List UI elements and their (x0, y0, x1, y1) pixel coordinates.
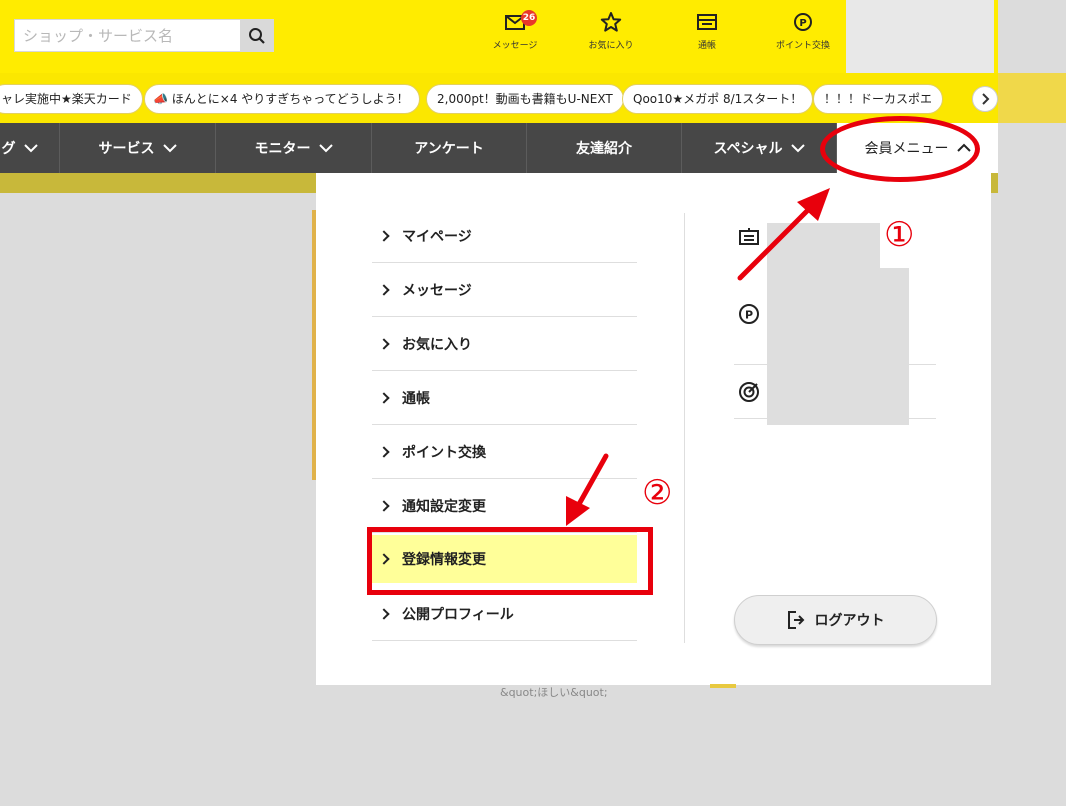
nav-item-label: サービス (98, 141, 155, 157)
menu-item-label: 通知設定変更 (402, 498, 486, 515)
ticker-item-label: ャレ実施中★楽天カード (1, 92, 132, 106)
point-exchange-icon: P (794, 13, 812, 31)
passbook-icon (697, 14, 717, 30)
nav-item-label: グ (1, 141, 16, 157)
info-divider (734, 364, 936, 365)
menu-item-message[interactable]: メッセージ (372, 263, 637, 317)
menu-item-notification-settings[interactable]: 通知設定変更 (372, 479, 637, 533)
menu-item-label: 通帳 (402, 390, 430, 407)
star-icon (600, 12, 622, 32)
menu-item-point-exchange[interactable]: ポイント交換 (372, 425, 637, 479)
ticker-next-button[interactable] (972, 86, 998, 112)
info-divider (734, 418, 936, 419)
chevron-right-icon (378, 607, 390, 620)
background-bar-remnant (710, 684, 736, 688)
ticker-item-label: ！！！ドーカスポエ (824, 92, 933, 106)
chevron-down-icon (790, 144, 805, 153)
nav-item-special[interactable]: スペシャル (682, 123, 837, 173)
svg-text:P: P (799, 18, 806, 29)
search-input[interactable] (15, 20, 241, 51)
site-header: 26 メッセージ お気に入り 通帳 P ポイント交換 (0, 0, 846, 73)
logout-icon (787, 611, 804, 629)
chevron-right-icon (378, 283, 390, 296)
nav-item-survey[interactable]: アンケート (372, 123, 527, 173)
header-edge (994, 0, 998, 73)
chevron-right-icon (378, 337, 390, 350)
menu-item-favorite[interactable]: お気に入り (372, 317, 637, 371)
search-button[interactable] (240, 20, 273, 51)
menu-item-label: メッセージ (402, 282, 472, 299)
header-point-exchange-label: ポイント交換 (775, 41, 830, 51)
menu-item-label: マイページ (402, 228, 472, 245)
nav-item-service[interactable]: サービス (60, 123, 216, 173)
annotation-rectangle (367, 527, 653, 595)
column-divider (684, 213, 685, 643)
nav-item-referral[interactable]: 友達紹介 (527, 123, 682, 173)
header-passbook-label: 通帳 (697, 41, 716, 51)
header-favorite-button[interactable]: お気に入り (571, 12, 651, 51)
nav-item-monitor[interactable]: モニター (216, 123, 372, 173)
ticker-item-label: 2,000pt！動画も書籍もU-NEXT (437, 92, 613, 106)
menu-item-public-profile[interactable]: 公開プロフィール (372, 587, 637, 641)
ticker-item[interactable]: ャレ実施中★楽天カード (0, 84, 143, 114)
ticker-edge (998, 73, 1066, 123)
header-point-exchange-button[interactable]: P ポイント交換 (763, 12, 843, 51)
header-blank-area (846, 0, 994, 73)
target-icon (739, 382, 759, 402)
chevron-right-icon (378, 229, 390, 242)
menu-item-label: 公開プロフィール (402, 606, 514, 623)
chevron-right-icon (378, 499, 390, 512)
chevron-right-icon (378, 445, 390, 458)
ticker-item-label: ほんとに×4 やりすぎちゃってどうしよう！ (171, 92, 409, 106)
menu-item-label: ポイント交換 (402, 444, 486, 461)
nav-item-label: 友達紹介 (576, 141, 632, 157)
page-background (0, 193, 316, 806)
search-box (14, 19, 274, 52)
logout-button[interactable]: ログアウト (734, 595, 937, 645)
member-card-icon (739, 228, 759, 245)
menu-item-passbook[interactable]: 通帳 (372, 371, 637, 425)
chevron-down-icon (23, 144, 38, 153)
ticker-item[interactable]: 2,000pt！動画も書籍もU-NEXT (426, 84, 624, 114)
nav-item-label: モニター (254, 141, 311, 157)
nav-item-label: スペシャル (713, 141, 783, 157)
header-message-label: メッセージ (492, 41, 538, 51)
background-text-remnant: &quot;ほしい&quot; (500, 686, 608, 699)
ticker-item[interactable]: 📣 ほんとに×4 やりすぎちゃってどうしよう！ (144, 84, 420, 114)
redacted-member-info (767, 268, 909, 425)
point-icon: P (739, 304, 759, 324)
chevron-down-icon (162, 144, 177, 153)
ticker-item[interactable]: ！！！ドーカスポエ (813, 84, 944, 114)
megaphone-icon: 📣 (153, 92, 168, 106)
redacted-member-info (767, 223, 880, 270)
search-icon (248, 27, 265, 44)
ticker-item[interactable]: Qoo10★メガポ 8/1スタート！ (622, 84, 814, 114)
annotation-step-1: ① (884, 215, 915, 255)
annotation-ellipse (820, 116, 980, 182)
logout-label: ログアウト (814, 613, 885, 629)
message-count-badge: 26 (521, 10, 537, 26)
svg-text:P: P (745, 309, 753, 322)
ticker-item-label: Qoo10★メガポ 8/1スタート！ (633, 92, 803, 106)
annotation-step-2: ② (642, 473, 673, 513)
menu-item-label: お気に入り (402, 336, 472, 353)
header-message-button[interactable]: 26 メッセージ (475, 10, 555, 51)
chevron-right-icon (378, 391, 390, 404)
chevron-right-icon (982, 93, 990, 105)
header-favorite-label: お気に入り (588, 41, 634, 51)
header-passbook-button[interactable]: 通帳 (667, 12, 747, 51)
nav-item-partial[interactable]: グ (0, 123, 60, 173)
menu-item-mypage[interactable]: マイページ (372, 209, 637, 263)
chevron-down-icon (318, 144, 333, 153)
nav-item-label: アンケート (414, 141, 484, 157)
